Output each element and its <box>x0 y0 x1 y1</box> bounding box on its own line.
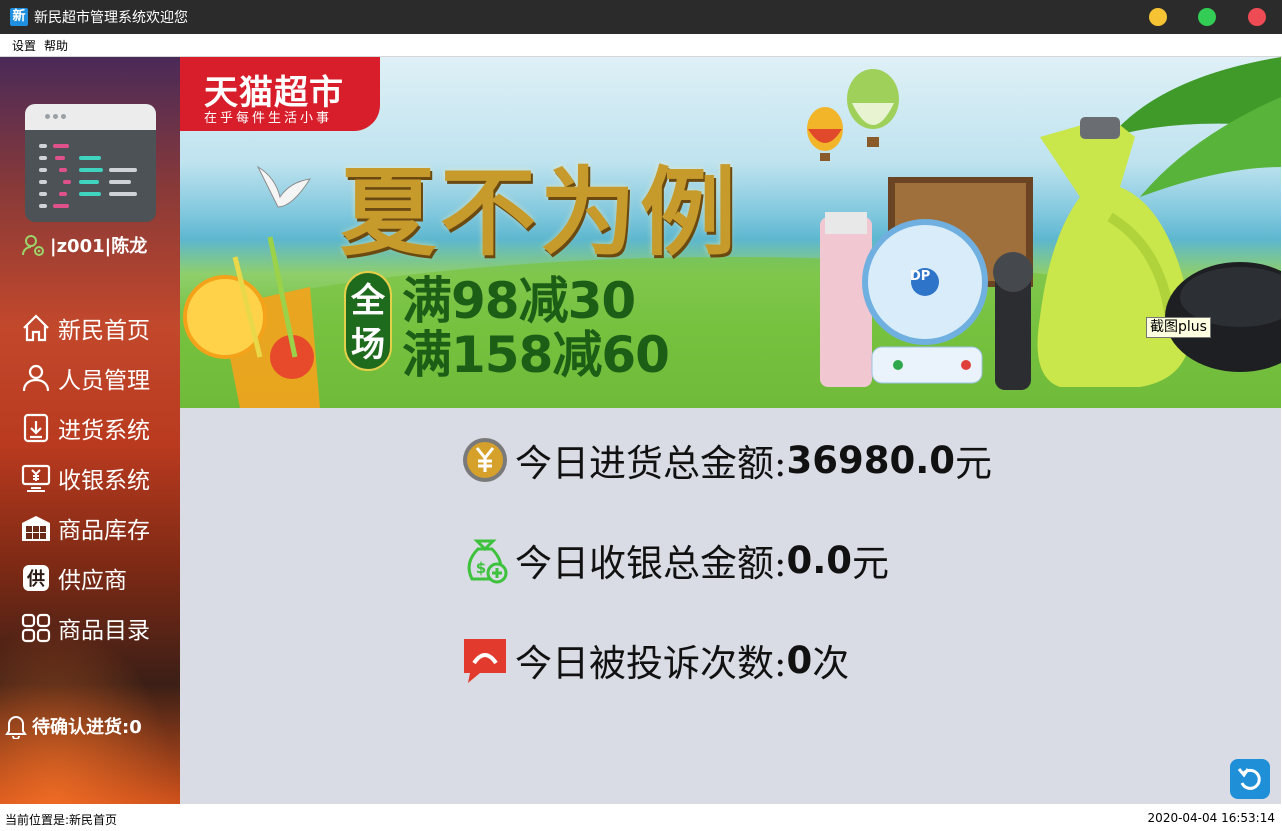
home-icon <box>20 312 52 344</box>
sidebar-item-label: 人员管理 <box>58 368 150 394</box>
user-label: |z001|陈龙 <box>50 236 148 257</box>
menu-settings[interactable]: 设置 <box>10 37 38 54</box>
window-title: 新民超市管理系统欢迎您 <box>34 10 188 26</box>
stat-value: 0 <box>786 638 813 682</box>
status-bar: 当前位置是:新民首页 2020-04-04 16:53:14 <box>0 804 1282 831</box>
status-datetime: 2020-04-04 16:53:14 <box>1147 811 1275 825</box>
sidebar-item-catalog[interactable]: 商品目录 <box>20 603 180 653</box>
stat-unit: 元 <box>852 542 890 585</box>
app-icon: 新 <box>10 8 28 26</box>
bell-icon <box>5 716 27 739</box>
title-bar: 新 新民超市管理系统欢迎您 <box>0 0 1282 34</box>
sidebar-item-label: 供应商 <box>58 568 127 594</box>
promo-banner: 天猫超市 在乎每件生活小事 夏不为例 全场 满98减30 满158减60 DP … <box>180 57 1281 408</box>
refresh-icon <box>1237 768 1261 790</box>
sidebar-item-label: 商品目录 <box>58 618 150 644</box>
stat-unit: 元 <box>955 442 992 485</box>
promo-line-2: 满158减60 <box>402 326 670 384</box>
current-location: 当前位置是:新民首页 <box>5 813 118 827</box>
sidebar-item-purchase[interactable]: 进货系统 <box>20 403 180 453</box>
grid-catalog-icon <box>20 612 52 644</box>
app-logo <box>25 104 156 222</box>
stat-label: 今日被投诉次数: <box>515 642 787 685</box>
sidebar-item-cashier[interactable]: 收银系统 <box>20 453 180 503</box>
close-button[interactable] <box>1248 8 1266 26</box>
warehouse-icon <box>20 512 52 544</box>
tmall-subtitle: 在乎每件生活小事 <box>204 111 333 126</box>
sidebar-item-label: 新民首页 <box>58 318 150 344</box>
maximize-button[interactable] <box>1198 8 1216 26</box>
banner-headline: 夏不为例 <box>340 156 740 269</box>
svg-text:$: $ <box>476 559 486 577</box>
money-bag-icon: $ <box>460 535 510 585</box>
stat-purchase-total: 今日进货总金额: 36980.0 元 <box>460 433 992 487</box>
download-box-icon <box>20 412 52 444</box>
svg-text:供: 供 <box>26 568 45 590</box>
fan-brand-label: DP <box>910 269 931 284</box>
menu-help[interactable]: 帮助 <box>42 37 70 54</box>
current-user: |z001|陈龙 <box>22 232 147 258</box>
minimize-button[interactable] <box>1149 8 1167 26</box>
sidebar-nav: 新民首页 人员管理 进货系统 收银系统 商品库存 供 供应商 商品目录 <box>20 303 180 653</box>
menu-bar: 设置 帮助 <box>0 34 1282 57</box>
user-settings-icon <box>22 235 44 256</box>
screenshot-tooltip: 截图plus <box>1146 317 1211 338</box>
stat-label: 今日收银总金额: <box>515 542 787 585</box>
sidebar: |z001|陈龙 新民首页 人员管理 进货系统 收银系统 商品库存 供 供应商 … <box>0 57 180 804</box>
stat-unit: 次 <box>812 642 850 685</box>
sidebar-item-home[interactable]: 新民首页 <box>20 303 180 353</box>
sidebar-item-label: 商品库存 <box>58 518 150 544</box>
yuan-coin-icon <box>460 435 510 485</box>
tmall-badge: 天猫超市 在乎每件生活小事 <box>180 57 380 131</box>
sidebar-item-inventory[interactable]: 商品库存 <box>20 503 180 553</box>
stat-value: 0.0 <box>786 538 853 582</box>
supplier-icon: 供 <box>20 562 52 594</box>
complaint-bubble-icon <box>460 635 510 685</box>
promo-badge: 全场 <box>344 271 392 371</box>
pending-label: 待确认进货:0 <box>32 717 142 738</box>
stat-cashier-total: $ 今日收银总金额: 0.0 元 <box>460 533 889 587</box>
pending-purchases[interactable]: 待确认进货:0 <box>4 713 142 739</box>
cashier-monitor-icon <box>20 462 52 494</box>
dashboard-stats: 今日进货总金额: 36980.0 元 $ 今日收银总金额: 0.0 元 今日被投… <box>180 408 1281 804</box>
sidebar-item-supplier[interactable]: 供 供应商 <box>20 553 180 603</box>
stat-value: 36980.0 <box>786 438 955 482</box>
sidebar-item-label: 进货系统 <box>58 418 150 444</box>
sidebar-item-staff[interactable]: 人员管理 <box>20 353 180 403</box>
refresh-button[interactable] <box>1230 759 1270 799</box>
person-icon <box>20 362 52 394</box>
sidebar-item-label: 收银系统 <box>58 468 150 494</box>
stat-label: 今日进货总金额: <box>515 442 787 485</box>
stat-complaints: 今日被投诉次数: 0 次 <box>460 633 849 687</box>
